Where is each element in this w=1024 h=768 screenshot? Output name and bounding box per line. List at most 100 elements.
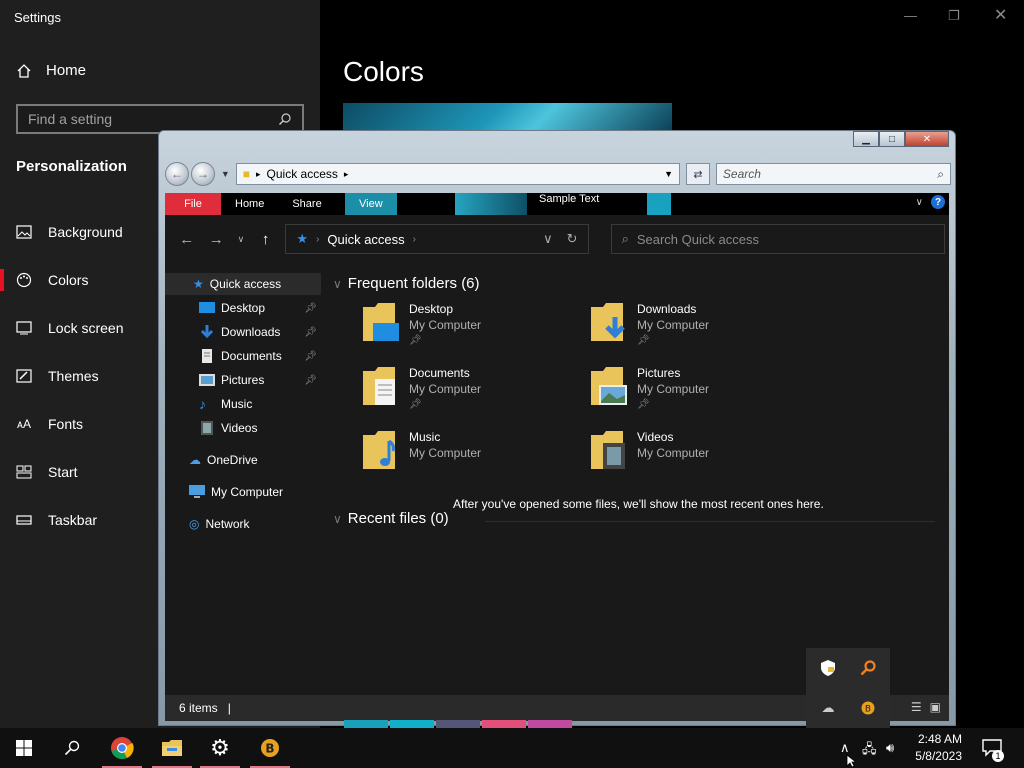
large-icons-view-icon[interactable]: ▣ [930,700,941,714]
pin-icon[interactable]: 📌︎ [409,397,481,413]
mouse-cursor-icon [846,754,858,768]
taskbar-search-button[interactable] [48,728,96,768]
refresh-icon[interactable]: ↻ [567,231,578,247]
tab-view[interactable]: View [345,193,397,215]
address-dropdown-icon[interactable]: ▼ [664,169,673,179]
sidebar-item-desktop[interactable]: Desktop 📌︎ [165,297,321,319]
onedrive-offline-icon[interactable]: ☁ [818,698,838,718]
folder-tile-downloads[interactable]: Downloads My Computer 📌︎ [589,301,809,357]
folder-tile-videos[interactable]: Videos My Computer [589,429,809,485]
history-chevron-icon[interactable]: ▼ [221,169,230,179]
restore-icon[interactable]: ❐ [948,8,960,24]
search-icon: ⌕ [937,166,944,181]
breadcrumb-chevron-icon: › [316,233,320,245]
explorer-maximize-button[interactable]: □ [879,131,905,147]
search-icon: ⌕ [621,231,629,246]
svg-text:B: B [865,705,871,715]
back-orb-button[interactable]: ← [165,162,189,186]
tab-file[interactable]: File [165,193,221,215]
classic-address-bar[interactable]: ■ ▸ Quick access ▸ ▼ [235,163,680,185]
minimize-icon[interactable]: — [904,8,917,23]
search-quick-access-input[interactable]: ⌕ Search Quick access [610,224,946,254]
sidebar-item-pictures[interactable]: Pictures 📌︎ [165,369,321,391]
classic-search-box[interactable]: Search ⌕ [715,163,951,185]
close-icon[interactable]: ✕ [994,5,1007,25]
expand-ribbon-icon[interactable]: ∨ [916,197,923,208]
action-center-button[interactable]: 1 [972,728,1012,768]
taskbar-icon [16,512,32,528]
security-shield-icon[interactable] [818,658,838,678]
sidebar-item-quick-access[interactable]: ★ Quick access [165,273,321,295]
accent-preview-strip [455,193,527,215]
breadcrumb-chevron-icon: › [412,233,417,245]
accent-swatch [647,193,671,215]
folder-tile-music[interactable]: Music My Computer [361,429,581,485]
start-button[interactable] [0,728,48,768]
frequent-folders-header[interactable]: ∨ Frequent folders (6) [333,275,480,292]
forward-arrow-icon[interactable]: → [207,231,227,248]
network-icon[interactable]: 🖧︎ [862,740,877,762]
up-arrow-icon[interactable]: ↑ [256,231,276,248]
section-heading: Personalization [16,158,127,175]
chrome-taskbar-button[interactable] [98,728,146,768]
bitcoin-app-icon[interactable]: B [858,698,878,718]
pin-icon[interactable]: 📌︎ [637,397,709,413]
help-icon[interactable]: ? [931,195,945,209]
sidebar-label: My Computer [211,485,284,499]
folder-location: My Computer [409,446,482,460]
pin-icon[interactable]: 📌︎ [304,327,317,338]
nav-item-label: Lock screen [48,320,124,336]
accent-swatch [390,720,434,728]
tab-home[interactable]: Home [221,193,278,215]
sidebar-item-network[interactable]: ◎ Network [165,513,321,535]
computer-icon [189,485,205,498]
folder-tile-desktop[interactable]: Desktop My Computer 📌︎ [361,301,581,357]
sidebar-label: Pictures [221,373,265,387]
search-tool-icon[interactable] [858,658,878,678]
sidebar-item-downloads[interactable]: Downloads 📌︎ [165,321,321,343]
sidebar-label: Quick access [209,277,282,291]
recent-files-header[interactable]: ∨ Recent files (0) [333,510,449,527]
classic-refresh-button[interactable]: ⇄ [685,163,710,185]
address-bar[interactable]: ★ › Quick access › ∨ ↻ [285,224,589,254]
file-explorer-taskbar-button[interactable] [148,728,196,768]
sidebar-item-onedrive[interactable]: ☁ OneDrive [165,449,321,471]
clock[interactable]: 2:48 AM 5/8/2023 [915,731,962,765]
volume-icon[interactable]: 🔊︎ [886,740,894,756]
folder-tile-documents[interactable]: Documents My Computer 📌︎ [361,365,581,421]
sidebar-item-my-computer[interactable]: My Computer [165,481,321,503]
home-nav-item[interactable]: Home [16,62,86,79]
details-view-icon[interactable]: ☰ [911,700,922,714]
pin-icon[interactable]: 📌︎ [409,333,481,349]
folder-name: Downloads [637,302,697,316]
fonts-icon: ᴀA [17,417,31,431]
chevron-down-icon[interactable]: ∨ [543,231,553,247]
group-title: Recent files (0) [347,510,449,527]
forward-orb-button[interactable]: → [190,162,215,186]
sidebar-item-music[interactable]: ♪ Music [165,393,321,415]
back-arrow-icon[interactable]: ← [177,231,197,248]
sidebar-label: Videos [221,421,258,435]
recent-locations-icon[interactable]: ∨ [236,234,246,245]
address-toolbar: ← → ∨ ↑ ★ › Quick access › ∨ ↻ ⌕ Search … [169,219,946,259]
folder-location: My Computer [409,318,482,332]
settings-taskbar-button[interactable]: ⚙ [196,728,244,768]
sidebar-item-videos[interactable]: Videos [165,417,321,439]
downloads-folder-icon [589,301,629,345]
tab-share[interactable]: Share [278,193,335,215]
pin-icon[interactable]: 📌︎ [304,303,317,314]
sidebar-item-documents[interactable]: Documents 📌︎ [165,345,321,367]
pin-icon[interactable]: 📌︎ [637,333,709,349]
folder-tile-pictures[interactable]: Pictures My Computer 📌︎ [589,365,809,421]
pin-icon[interactable]: 📌︎ [304,375,317,386]
sidebar-label: Desktop [221,301,266,315]
breadcrumb-arrow-icon: ▸ [255,168,261,179]
explorer-minimize-button[interactable]: ▁ [853,131,879,147]
lock-screen-icon [16,320,32,336]
svg-text:B: B [265,742,274,756]
window-controls: ▁ □ ✕ [853,131,949,147]
bitcoin-taskbar-button[interactable]: B [246,728,294,768]
nav-item-label: Fonts [48,416,84,432]
explorer-close-button[interactable]: ✕ [905,131,949,147]
pin-icon[interactable]: 📌︎ [304,351,317,362]
